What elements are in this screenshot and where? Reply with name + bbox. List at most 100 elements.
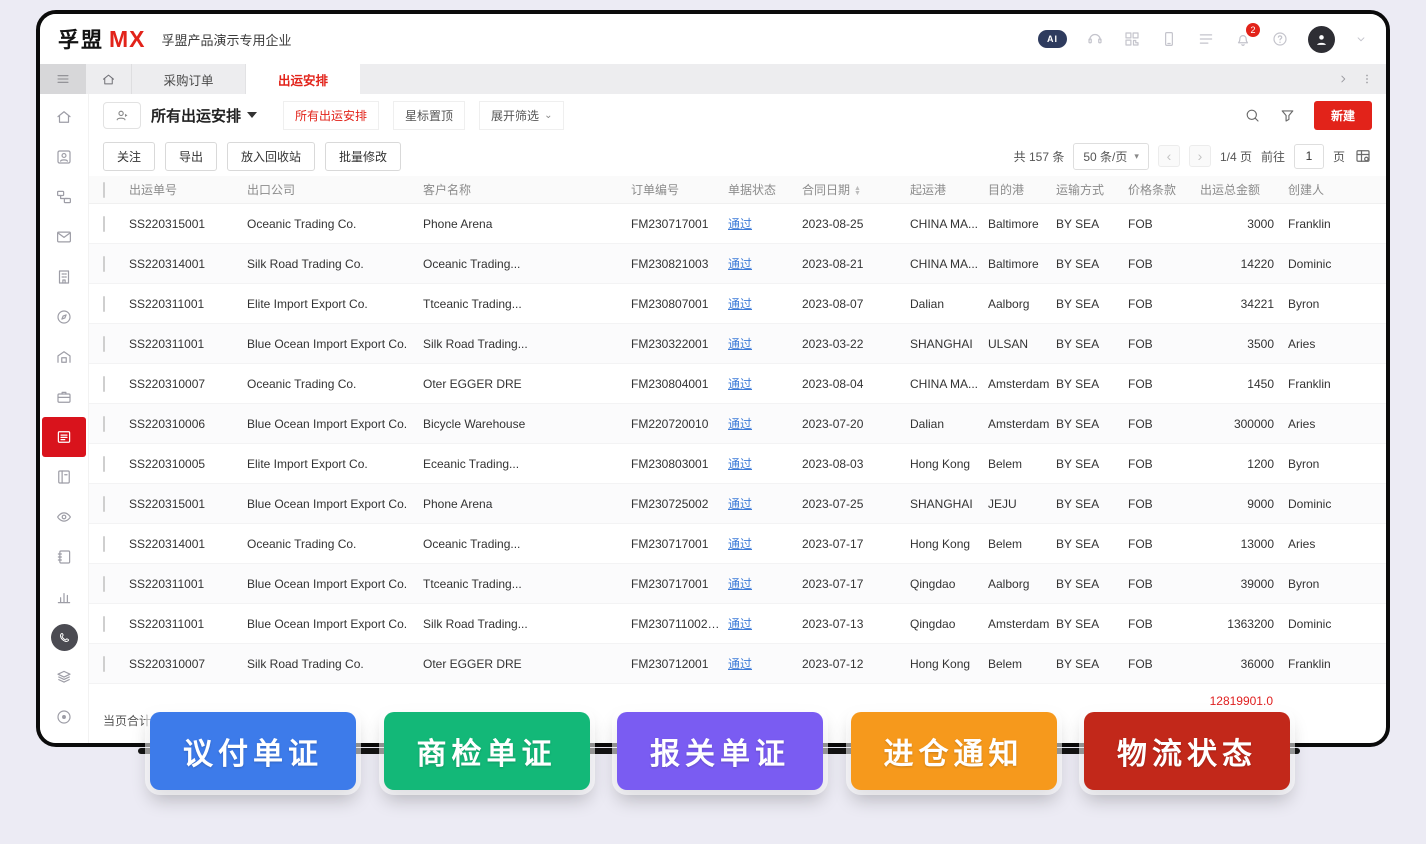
sidebar-item-workflow-icon[interactable] (42, 177, 86, 217)
sidebar-item-company-icon[interactable] (42, 257, 86, 297)
row-checkbox[interactable] (103, 215, 105, 232)
qr-code-icon[interactable] (1123, 30, 1141, 48)
cell-status-link[interactable]: 通过 (728, 295, 802, 312)
sidebar-item-eye-icon[interactable] (42, 497, 86, 537)
tab-1[interactable]: 采购订单 (132, 64, 246, 94)
table-row[interactable]: SS220315001 Oceanic Trading Co. Phone Aren… (89, 204, 1386, 244)
table-row[interactable]: SS220310005 Elite Import Export Co. Eceani… (89, 444, 1386, 484)
table-row[interactable]: SS220311001 Elite Import Export Co. Ttcean… (89, 284, 1386, 324)
company-title: 孚盟产品演示专用企业 (161, 32, 292, 48)
sidebar-item-ledger-icon[interactable] (42, 457, 86, 497)
goto-suffix: 页 (1332, 149, 1345, 164)
logo-text-mx: MX (109, 25, 146, 52)
cell-status-link[interactable]: 通过 (728, 655, 802, 672)
sidebar-item-target-icon[interactable] (42, 697, 86, 737)
row-checkbox[interactable] (103, 655, 105, 672)
tab-menu-kebab-icon[interactable] (1360, 72, 1374, 86)
sidebar-item-mail-icon[interactable] (42, 217, 86, 257)
tab-scroll-right-icon[interactable] (1336, 72, 1350, 86)
headset-icon[interactable] (1086, 30, 1104, 48)
filter-tab-2[interactable]: 星标置顶 (393, 100, 466, 130)
next-page-button[interactable]: › (1188, 145, 1211, 167)
sidebar-item-stack-icon[interactable] (42, 657, 86, 697)
table-row[interactable]: SS220314001 Oceanic Trading Co. Oceanic Tr… (89, 524, 1386, 564)
cell-total-amount: 13000 (1240, 536, 1274, 551)
flow-button-1[interactable]: 议付单证 (150, 712, 356, 790)
cell-status-link[interactable]: 通过 (728, 415, 802, 432)
flow-button-5[interactable]: 物流状态 (1084, 712, 1290, 790)
view-filter-button[interactable] (103, 101, 141, 129)
action-button-4[interactable]: 批量修改 (325, 141, 402, 171)
action-button-1[interactable]: 关注 (103, 141, 156, 171)
action-button-3[interactable]: 放入回收站 (227, 141, 316, 171)
select-all-checkbox[interactable] (103, 181, 105, 198)
row-checkbox[interactable] (103, 535, 105, 552)
action-button-2[interactable]: 导出 (165, 141, 218, 171)
sidebar-item-warehouse-icon[interactable] (42, 337, 86, 377)
row-checkbox[interactable] (103, 495, 105, 512)
column-header-6[interactable]: 合同日期 ▲ ▼ (802, 181, 910, 198)
table-row[interactable]: SS220310006 Blue Ocean Import Export Co. B… (89, 404, 1386, 444)
home-tab-button[interactable] (86, 64, 132, 94)
row-checkbox[interactable] (103, 295, 105, 312)
avatar[interactable] (1308, 25, 1335, 53)
create-new-button[interactable]: 新建 (1313, 100, 1372, 130)
filter-tab-1[interactable]: 所有出运安排 (283, 100, 380, 130)
cell-status-link[interactable]: 通过 (728, 255, 802, 272)
sidebar-item-home-icon[interactable] (42, 97, 86, 137)
cell-status-link[interactable]: 通过 (728, 215, 802, 232)
row-checkbox[interactable] (103, 455, 105, 472)
page-size-select[interactable]: 50 条/页 ▾ (1073, 142, 1149, 170)
table-settings-icon[interactable] (1354, 147, 1372, 165)
sidebar-item-notebook-icon[interactable] (42, 537, 86, 577)
table-row[interactable]: SS220311001 Blue Ocean Import Export Co. S… (89, 324, 1386, 364)
sidebar-item-phone-icon[interactable] (42, 617, 86, 657)
cell-status-link[interactable]: 通过 (728, 375, 802, 392)
prev-page-button[interactable]: ‹ (1157, 145, 1180, 167)
search-icon[interactable] (1244, 107, 1261, 124)
collapse-menu-button[interactable] (40, 64, 86, 94)
cell-status-link[interactable]: 通过 (728, 615, 802, 632)
bell-icon[interactable]: 2 (1234, 23, 1260, 48)
cell-status-link[interactable]: 通过 (728, 495, 802, 512)
row-checkbox[interactable] (103, 415, 105, 432)
table-row[interactable]: SS220315001 Blue Ocean Import Export Co. P… (89, 484, 1386, 524)
table-row[interactable]: SS220310007 Oceanic Trading Co. Oter EGGER… (89, 364, 1386, 404)
cell-status-link[interactable]: 通过 (728, 575, 802, 592)
cell-status-link[interactable]: 通过 (728, 335, 802, 352)
flow-button-2[interactable]: 商检单证 (383, 712, 590, 790)
flow-button-4[interactable]: 进仓通知 (850, 712, 1057, 790)
chevron-down-icon[interactable] (1354, 32, 1368, 46)
row-checkbox[interactable] (103, 615, 105, 632)
sidebar-item-shipment-doc-icon[interactable] (42, 417, 86, 457)
mobile-icon[interactable] (1160, 30, 1178, 48)
view-selector[interactable]: 所有出运安排 (151, 105, 258, 126)
filter-tab-3[interactable]: 展开筛选 ⌄ (479, 100, 565, 130)
row-checkbox[interactable] (103, 575, 105, 592)
help-icon[interactable] (1271, 30, 1289, 48)
cell-status-link[interactable]: 通过 (728, 455, 802, 472)
sidebar-item-chart-icon[interactable] (42, 577, 86, 617)
tab-2[interactable]: 出运安排 (246, 64, 360, 94)
table-row[interactable]: SS220311001 Blue Ocean Import Export Co. S… (89, 604, 1386, 644)
sidebar-item-contacts-icon[interactable] (42, 137, 86, 177)
page-indicator: 1/4 页 (1219, 149, 1252, 164)
flow-button-3[interactable]: 报关单证 (617, 712, 823, 790)
row-checkbox[interactable] (103, 255, 105, 272)
cell-port-of-loading: CHINA MA... (910, 216, 979, 231)
goto-page-input[interactable] (1293, 143, 1324, 169)
list-icon[interactable] (1197, 30, 1215, 48)
cell-status-link[interactable]: 通过 (728, 535, 802, 552)
row-checkbox[interactable] (103, 335, 105, 352)
row-checkbox[interactable] (103, 375, 105, 392)
sidebar-item-compass-icon[interactable] (42, 297, 86, 337)
cell-creator: Byron (1288, 456, 1320, 471)
ai-badge[interactable]: AI (1038, 30, 1067, 48)
table-row[interactable]: SS220310007 Silk Road Trading Co. Oter EGG… (89, 644, 1386, 684)
sidebar-item-briefcase-icon[interactable] (42, 377, 86, 417)
avatar[interactable] (1308, 25, 1335, 53)
filter-funnel-icon[interactable] (1279, 107, 1296, 124)
sort-icon[interactable]: ▲ ▼ (854, 185, 861, 197)
table-row[interactable]: SS220314001 Silk Road Trading Co. Oceanic … (89, 244, 1386, 284)
table-row[interactable]: SS220311001 Blue Ocean Import Export Co. T… (89, 564, 1386, 604)
